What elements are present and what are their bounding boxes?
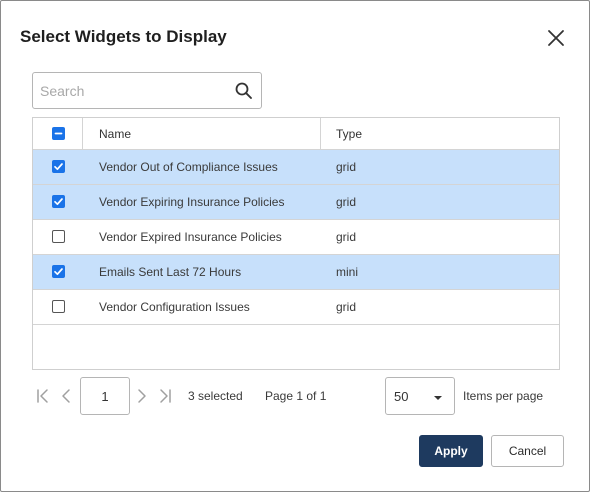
row-type: grid [336, 195, 357, 209]
row-name: Vendor Configuration Issues [99, 300, 250, 314]
row-checkbox[interactable] [52, 300, 65, 313]
row-type: grid [336, 300, 357, 314]
last-page-icon[interactable] [157, 388, 173, 404]
row-type: grid [336, 230, 357, 244]
items-per-page-label: Items per page [463, 389, 544, 403]
checkmark-icon [54, 163, 63, 171]
row-checkbox[interactable] [52, 160, 65, 173]
table-row[interactable]: Emails Sent Last 72 Hours mini [33, 255, 559, 290]
column-header-name[interactable]: Name [99, 127, 131, 141]
page-number-input[interactable] [80, 377, 130, 415]
checkmark-icon [54, 198, 63, 206]
grid-header: Name Type [33, 118, 559, 150]
page-size-select[interactable]: 50 [385, 377, 455, 415]
page-info: Page 1 of 1 [265, 389, 327, 403]
close-icon [548, 30, 564, 46]
minus-icon [54, 132, 63, 135]
page-size-value: 50 [394, 389, 409, 404]
previous-page-icon[interactable] [58, 388, 74, 404]
table-row[interactable]: Vendor Configuration Issues grid [33, 290, 559, 325]
checkmark-icon [54, 268, 63, 276]
select-all-checkbox[interactable] [52, 127, 65, 140]
search-input[interactable] [40, 81, 230, 101]
row-checkbox[interactable] [52, 230, 65, 243]
search-icon[interactable] [234, 81, 254, 101]
row-type: mini [336, 265, 359, 279]
row-name: Vendor Out of Compliance Issues [99, 160, 278, 174]
cancel-button[interactable]: Cancel [491, 435, 564, 467]
widgets-grid: Name Type Vendor Out of Compliance Issue… [32, 117, 560, 370]
first-page-icon[interactable] [35, 388, 51, 404]
row-name: Vendor Expiring Insurance Policies [99, 195, 285, 209]
apply-button[interactable]: Apply [419, 435, 483, 467]
close-button[interactable] [543, 25, 569, 51]
row-type: grid [336, 160, 357, 174]
row-checkbox[interactable] [52, 265, 65, 278]
column-separator [82, 118, 83, 150]
select-widgets-dialog: Select Widgets to Display Name Type [0, 0, 590, 492]
table-row[interactable]: Vendor Expired Insurance Policies grid [33, 220, 559, 255]
search-box [32, 72, 262, 109]
dialog-title: Select Widgets to Display [20, 27, 227, 46]
column-separator [320, 118, 321, 150]
chevron-down-icon [434, 396, 442, 400]
table-row[interactable]: Vendor Out of Compliance Issues grid [33, 150, 559, 185]
pager: 3 selected Page 1 of 1 50 Items per page [32, 377, 560, 415]
row-name: Vendor Expired Insurance Policies [99, 230, 282, 244]
next-page-icon[interactable] [134, 388, 150, 404]
row-checkbox[interactable] [52, 195, 65, 208]
selected-count: 3 selected [188, 389, 243, 403]
row-name: Emails Sent Last 72 Hours [99, 265, 242, 279]
column-header-type[interactable]: Type [336, 127, 362, 141]
table-row[interactable]: Vendor Expiring Insurance Policies grid [33, 185, 559, 220]
